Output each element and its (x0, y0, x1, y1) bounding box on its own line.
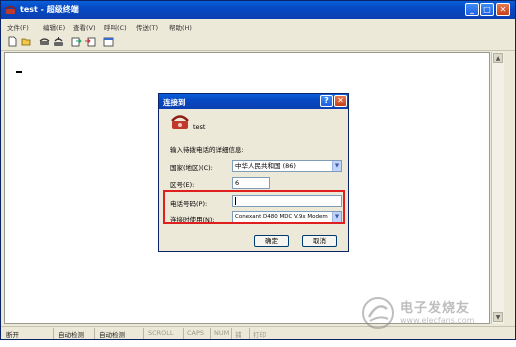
instruction-text: 输入待拨电话的详细信息: (170, 146, 244, 154)
status-detect-1: 自动检测 (58, 331, 84, 339)
vertical-scrollbar[interactable]: ▲ ▼ (491, 52, 504, 324)
status-capture: 捕 (235, 331, 242, 339)
connection-name: test (193, 123, 206, 131)
status-caps: CAPS (187, 329, 205, 337)
receive-icon[interactable] (85, 36, 96, 47)
properties-icon[interactable] (103, 36, 114, 47)
status-detect-2: 自动检测 (99, 331, 125, 339)
status-num: NUM (214, 329, 230, 337)
window-title: test - 超级终端 (20, 5, 79, 14)
dialog-close-button[interactable]: ✕ (334, 95, 347, 107)
connect-to-dialog: 连接到 ? ✕ test 输入待拨电话的详细信息: 国家(地区)(C): 中华人… (158, 93, 349, 252)
ok-button[interactable]: 确定 (254, 235, 289, 247)
menu-bar: 文件(F) 编辑(E) 查看(V) 呼叫(C) 传送(T) 帮助(H) (1, 20, 515, 33)
title-bar[interactable]: test - 超级终端 _ □ ✕ (1, 1, 515, 19)
status-divider (183, 328, 184, 339)
status-connection: 断开 (6, 331, 19, 339)
status-divider (249, 328, 250, 339)
scroll-up-icon[interactable]: ▲ (493, 53, 503, 63)
menu-help[interactable]: 帮助(H) (169, 22, 192, 32)
toolbar (1, 34, 515, 51)
maximize-button[interactable]: □ (480, 3, 494, 16)
send-icon[interactable] (71, 36, 82, 47)
dialog-title-bar[interactable]: 连接到 ? ✕ (159, 94, 348, 109)
chevron-down-icon[interactable]: ▼ (332, 161, 341, 171)
site-watermark: 电子发烧友 www.elecfans.com (360, 293, 510, 333)
area-code-input[interactable]: 6 (232, 177, 270, 189)
country-label: 国家(地区)(C): (170, 164, 213, 172)
phone-icon (171, 115, 189, 129)
status-divider (231, 328, 232, 339)
connect-icon[interactable] (39, 36, 50, 47)
country-value: 中华人民共和国 (86) (235, 162, 296, 170)
status-divider (143, 328, 144, 339)
cancel-button[interactable]: 取消 (302, 235, 337, 247)
disconnect-icon[interactable] (53, 36, 64, 47)
watermark-url: www.elecfans.com (400, 316, 475, 325)
status-divider (53, 328, 54, 339)
status-scroll: SCROLL (148, 329, 174, 337)
open-icon[interactable] (21, 36, 32, 47)
minimize-button[interactable]: _ (465, 3, 479, 16)
status-print: 打印 (253, 331, 266, 339)
menu-call[interactable]: 呼叫(C) (104, 22, 127, 32)
area-code-label: 区号(E): (170, 181, 195, 189)
highlight-box (163, 190, 345, 224)
status-divider (210, 328, 211, 339)
country-select[interactable]: 中华人民共和国 (86) ▼ (232, 160, 342, 172)
new-icon[interactable] (7, 36, 18, 47)
dialog-title: 连接到 (163, 98, 186, 107)
terminal-cursor (16, 71, 22, 73)
watermark-text: 电子发烧友 (400, 301, 471, 316)
status-divider (94, 328, 95, 339)
help-button[interactable]: ? (320, 95, 333, 107)
menu-edit[interactable]: 编辑(E) (43, 22, 65, 32)
close-button[interactable]: ✕ (496, 3, 510, 16)
menu-file[interactable]: 文件(F) (7, 22, 29, 32)
menu-view[interactable]: 查看(V) (73, 22, 96, 32)
menu-transfer[interactable]: 传送(T) (136, 22, 158, 32)
watermark-logo-icon (362, 297, 394, 329)
phone-app-icon (5, 5, 16, 14)
